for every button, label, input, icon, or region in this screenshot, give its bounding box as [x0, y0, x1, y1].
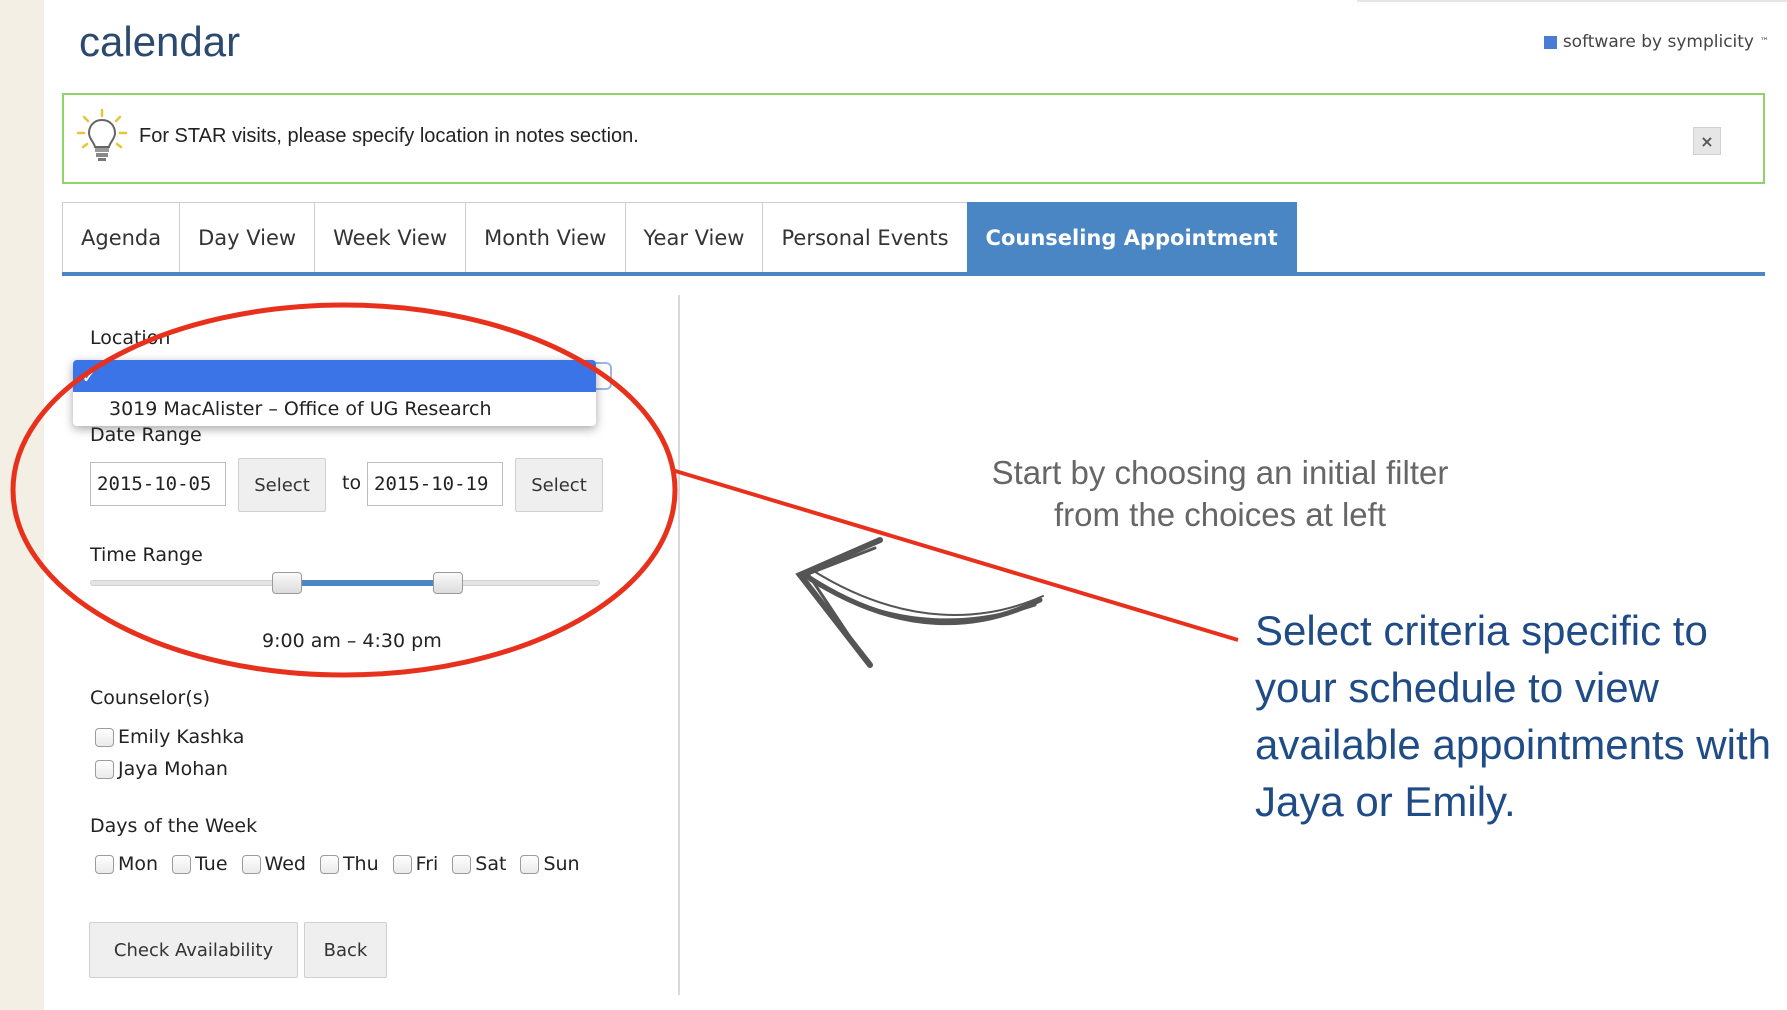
back-button[interactable]: Back — [304, 922, 387, 978]
select-date-to-button[interactable]: Select — [515, 458, 603, 512]
day-label: Sun — [543, 853, 580, 875]
time-range-label: Time Range — [90, 544, 203, 566]
day-checkbox[interactable] — [452, 854, 472, 874]
to-label: to — [342, 472, 362, 494]
notice-banner: For STAR visits, please specify location… — [62, 93, 1765, 184]
day-label: Tue — [195, 853, 228, 875]
dropdown-option-location[interactable]: 3019 MacAlister – Office of UG Research — [73, 392, 596, 426]
day-checkbox[interactable] — [95, 854, 114, 874]
brand-trademark: ™ — [1760, 37, 1769, 47]
empty-state-hint: Start by choosing an initial filter from… — [940, 452, 1500, 536]
time-start-handle[interactable] — [272, 572, 302, 594]
date-range-label: Date Range — [90, 424, 202, 446]
counselor-name: Jaya Mohan — [118, 758, 228, 780]
top-border-line — [1357, 0, 1787, 2]
tab-agenda[interactable]: Agenda — [62, 202, 181, 272]
day-label: Mon — [118, 853, 159, 875]
location-dropdown[interactable]: ✓ 3019 MacAlister – Office of UG Researc… — [73, 360, 596, 426]
tab-personal-events[interactable]: Personal Events — [762, 202, 968, 272]
day-checkbox[interactable] — [172, 854, 192, 874]
day-label: Thu — [342, 853, 379, 875]
counselor-name: Emily Kashka — [118, 726, 245, 748]
hand-drawn-arrow-icon — [795, 537, 1044, 668]
day-option-mon[interactable]: Mon — [95, 853, 158, 875]
day-option-sun[interactable]: Sun — [520, 853, 580, 875]
day-label: Wed — [264, 853, 306, 875]
tab-bar: Agenda Day View Week View Month View Yea… — [62, 202, 1765, 276]
day-option-sat[interactable]: Sat — [452, 853, 506, 875]
close-icon[interactable]: × — [1693, 127, 1721, 155]
counselor-option[interactable]: Emily Kashka — [95, 726, 244, 748]
day-checkbox[interactable] — [319, 854, 339, 874]
day-checkbox[interactable] — [241, 854, 261, 874]
day-checkbox[interactable] — [520, 854, 540, 874]
counselor-checkbox[interactable] — [95, 727, 114, 747]
brand-text: software by symplicity — [1562, 32, 1754, 52]
tab-week-view[interactable]: Week View — [314, 202, 467, 272]
date-to-input[interactable]: 2015-10-19 — [367, 462, 503, 506]
day-option-thu[interactable]: Thu — [319, 853, 379, 875]
notice-text: For STAR visits, please specify location… — [139, 125, 639, 147]
day-option-wed[interactable]: Wed — [241, 853, 306, 875]
tab-month-view[interactable]: Month View — [465, 202, 626, 272]
counselors-label: Counselor(s) — [90, 687, 211, 709]
brand-logo: software by symplicity ™ — [1543, 32, 1769, 52]
days-of-week: Mon Tue Wed Thu Fri Sat Sun — [95, 853, 580, 875]
time-range-selection — [286, 580, 448, 586]
day-label: Sat — [475, 853, 507, 875]
check-availability-button[interactable]: Check Availability — [89, 922, 298, 978]
select-date-from-button[interactable]: Select — [238, 458, 326, 512]
date-from-input[interactable]: 2015-10-05 — [90, 462, 226, 506]
day-option-fri[interactable]: Fri — [392, 853, 439, 875]
panel-divider — [678, 295, 680, 995]
location-label: Location — [90, 327, 171, 349]
dropdown-option-selected[interactable]: ✓ — [73, 360, 596, 392]
page-title: calendar — [79, 18, 241, 65]
left-margin-strip — [0, 0, 44, 1010]
days-label: Days of the Week — [90, 815, 258, 837]
tab-day-view[interactable]: Day View — [179, 202, 316, 272]
counselor-option[interactable]: Jaya Mohan — [95, 758, 228, 780]
hint-line-2: from the choices at left — [1054, 496, 1386, 533]
tab-year-view[interactable]: Year View — [624, 202, 764, 272]
day-checkbox[interactable] — [392, 854, 412, 874]
time-end-handle[interactable] — [433, 572, 463, 594]
day-label: Fri — [415, 853, 439, 875]
annotation-callout-text: Select criteria specific to your schedul… — [1255, 607, 1771, 825]
brand-square-icon — [1543, 35, 1557, 49]
hint-line-1: Start by choosing an initial filter — [991, 454, 1449, 491]
time-range-value: 9:00 am – 4:30 pm — [262, 630, 442, 652]
lightbulb-icon — [76, 108, 128, 161]
tab-counseling-appointment[interactable]: Counseling Appointment — [966, 202, 1297, 272]
counselor-checkbox[interactable] — [95, 759, 114, 779]
day-option-tue[interactable]: Tue — [172, 853, 228, 875]
